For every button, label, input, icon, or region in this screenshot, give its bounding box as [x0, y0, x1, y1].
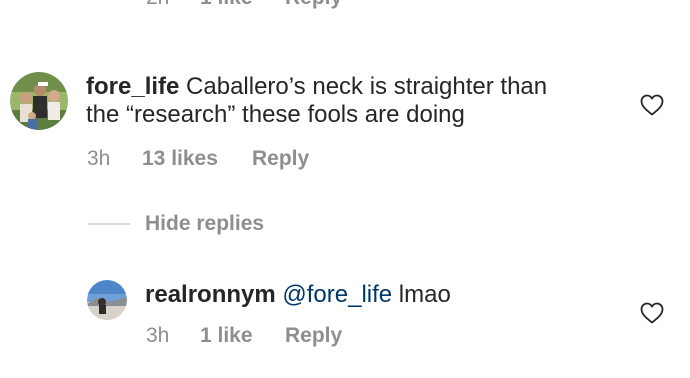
hide-replies-row[interactable]: Hide replies — [86, 210, 336, 240]
timestamp: 2h — [146, 0, 169, 10]
mention-link[interactable]: @fore_life — [282, 281, 392, 308]
reply-body: realronnym @fore_life lmao — [145, 281, 625, 309]
reply-button[interactable]: Reply — [285, 0, 342, 10]
like-count-button[interactable]: 1 like — [200, 324, 253, 348]
comment-text-part-1: Caballero’s neck is straighter than — [186, 73, 548, 100]
avatar[interactable] — [10, 72, 68, 130]
replies-divider — [88, 223, 130, 225]
heart-outline-icon — [640, 94, 664, 116]
like-heart-icon[interactable] — [640, 94, 664, 116]
comment-body: fore_life Caballero’s neck is straighter… — [86, 73, 646, 129]
reply-button[interactable]: Reply — [252, 147, 309, 171]
comment-username[interactable]: fore_life — [86, 73, 179, 100]
comment-line-1: fore_life Caballero’s neck is straighter… — [86, 73, 646, 101]
reply-button[interactable]: Reply — [285, 324, 342, 348]
comment-timestamp: 3h — [87, 147, 111, 170]
reply-timestamp: 3h — [146, 324, 170, 347]
like-count-button[interactable]: 1 like — [200, 0, 253, 10]
comment-text-part-2: the “research” these fools are doing — [86, 101, 465, 128]
like-heart-icon[interactable] — [640, 302, 664, 324]
avatar[interactable] — [87, 280, 127, 320]
like-count-button[interactable]: 13 likes — [142, 147, 218, 171]
avatar-image — [87, 280, 127, 320]
reply-text: lmao — [392, 281, 451, 308]
hide-replies-button[interactable]: Hide replies — [145, 212, 264, 236]
heart-outline-icon — [640, 302, 664, 324]
avatar-image — [10, 72, 68, 130]
reply-username[interactable]: realronnym — [145, 281, 276, 308]
reply-realronnym: realronnym @fore_life lmao 3h 1 like Rep… — [0, 272, 690, 372]
top-comment-meta: 2h 1 like Reply — [0, 0, 690, 16]
comment-fore-life: fore_life Caballero’s neck is straighter… — [0, 60, 690, 180]
